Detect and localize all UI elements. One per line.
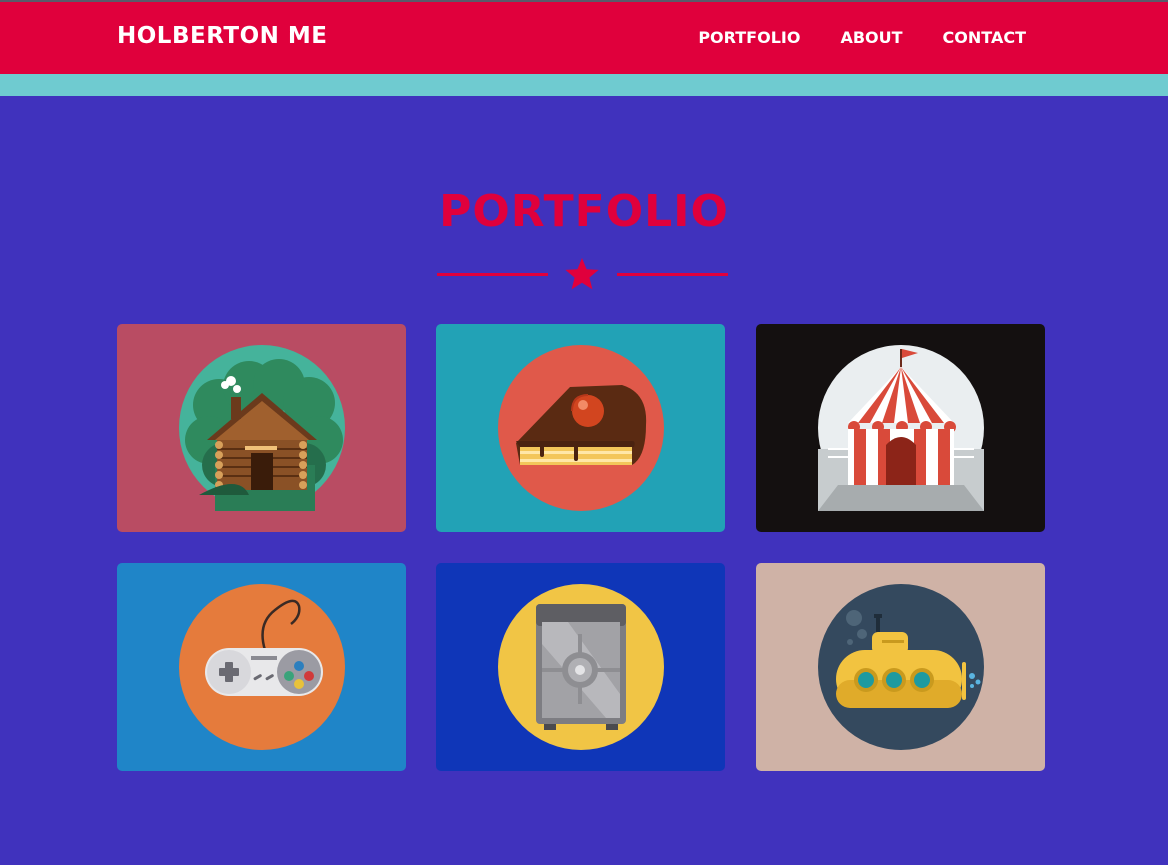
nav-link-contact[interactable]: CONTACT [943,28,1026,47]
divider-line-right [617,273,728,276]
site-brand[interactable]: HOLBERTON ME [117,23,327,49]
log-cabin-icon [178,345,345,511]
main-nav: PORTFOLIO ABOUT CONTACT [698,28,1026,47]
portfolio-item-controller[interactable] [117,563,406,771]
site-header: HOLBERTON ME PORTFOLIO ABOUT CONTACT [0,2,1168,74]
cake-slice-icon [497,345,664,511]
portfolio-item-cabin[interactable] [117,324,406,532]
submarine-icon [817,584,984,750]
circus-tent-icon [817,345,984,511]
portfolio-item-safe[interactable] [436,563,725,771]
portfolio-item-circus[interactable] [756,324,1045,532]
portfolio-item-cake[interactable] [436,324,725,532]
divider-line-left [437,273,548,276]
safe-icon [497,584,664,750]
nav-link-portfolio[interactable]: PORTFOLIO [698,28,800,47]
portfolio-item-submarine[interactable] [756,563,1045,771]
header-accent-strip [0,74,1168,96]
nav-link-about[interactable]: ABOUT [840,28,902,47]
star-icon [565,258,599,290]
game-controller-icon [178,584,345,750]
section-title: PORTFOLIO [439,186,729,237]
